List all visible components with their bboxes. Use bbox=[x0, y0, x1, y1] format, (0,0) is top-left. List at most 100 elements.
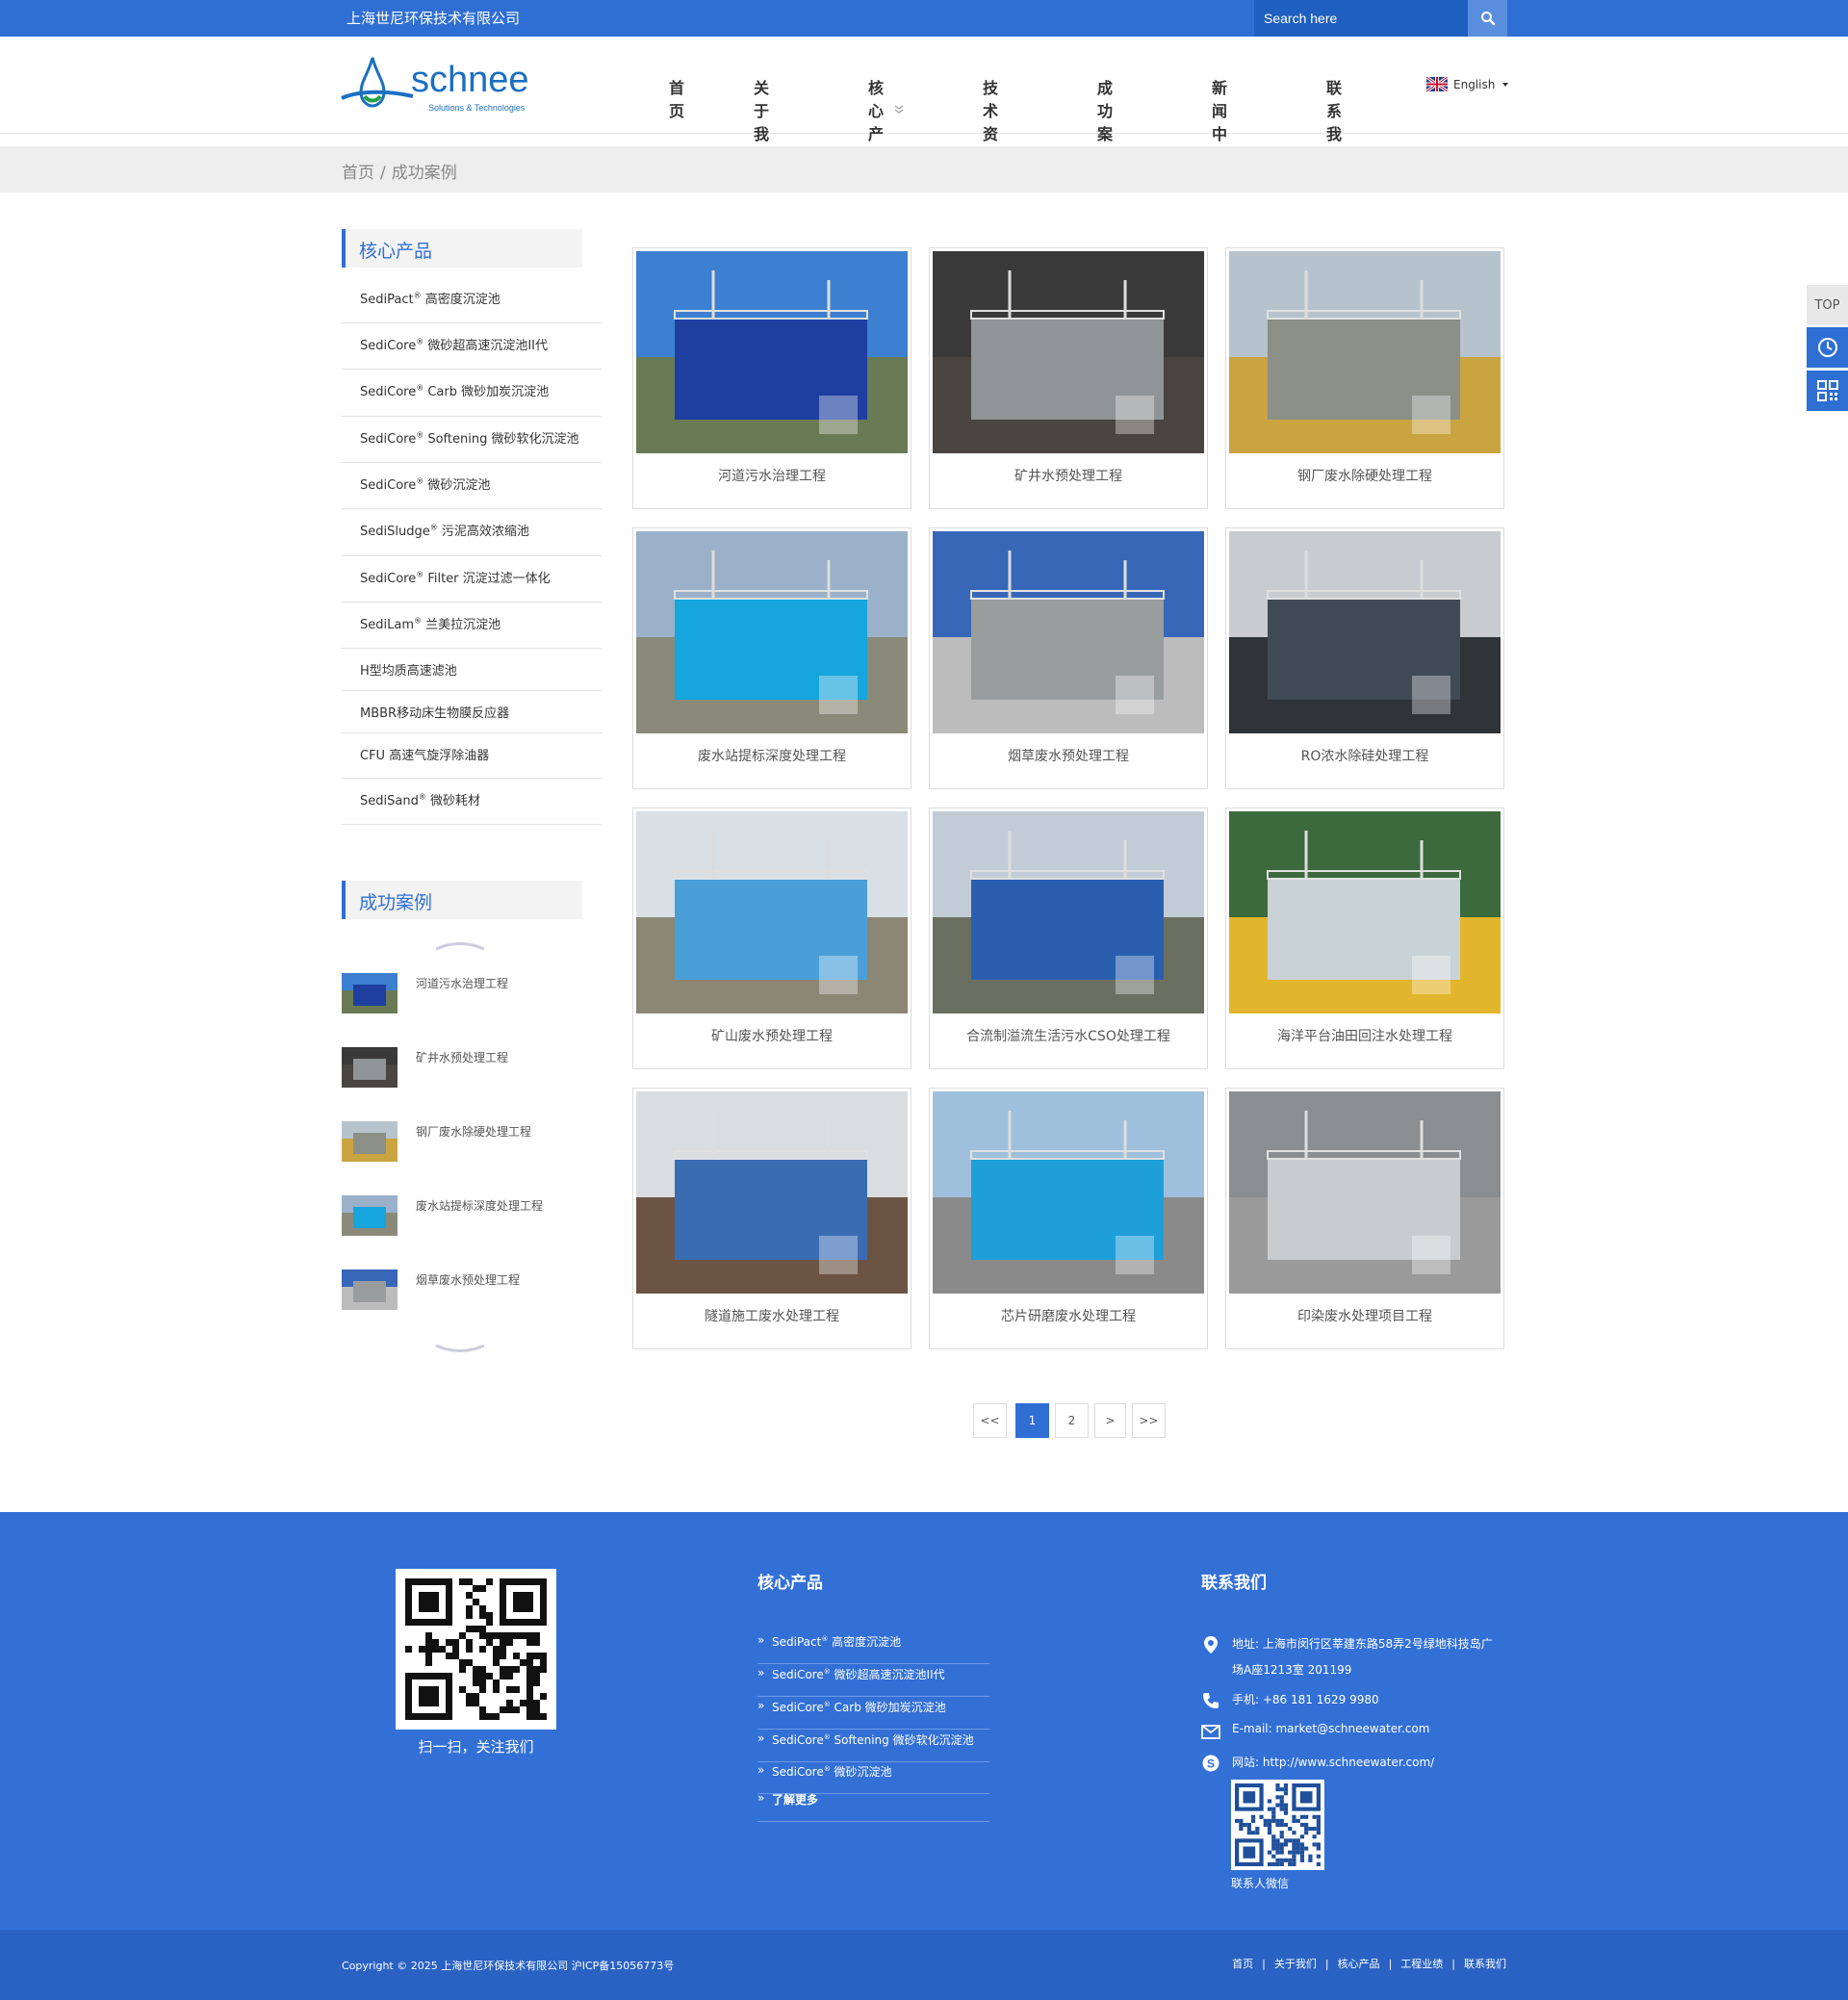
search-box bbox=[1254, 0, 1507, 37]
breadcrumb-current[interactable]: 成功案例 bbox=[392, 164, 457, 183]
sidebar-product-item[interactable]: SediPact® 高密度沉淀池 bbox=[342, 277, 602, 323]
sidebar-case-thumbnail[interactable] bbox=[342, 973, 398, 1013]
sidebar-product-item[interactable]: SediCore® 微砂沉淀池 bbox=[342, 463, 602, 509]
sidebar-product-item[interactable]: SediLam® 兰美拉沉淀池 bbox=[342, 603, 602, 649]
nav-item-home[interactable]: 首页 bbox=[669, 75, 684, 121]
case-caption[interactable]: RO浓水除硅处理工程 bbox=[1226, 746, 1503, 765]
caret-down-icon bbox=[1502, 82, 1509, 87]
clock-button[interactable] bbox=[1807, 327, 1848, 368]
link-separator: | bbox=[1324, 1958, 1329, 1970]
footer-product-link[interactable]: » SediPact® 高密度沉淀池 bbox=[757, 1633, 989, 1664]
language-switcher[interactable]: English bbox=[1426, 77, 1512, 91]
search-input[interactable] bbox=[1254, 0, 1468, 37]
case-caption[interactable]: 矿山废水预处理工程 bbox=[633, 1026, 911, 1045]
case-card[interactable]: RO浓水除硅处理工程 bbox=[1225, 527, 1504, 789]
sidebar-case-thumbnail[interactable] bbox=[342, 1047, 398, 1088]
registered-mark: ® bbox=[416, 337, 424, 346]
sidebar-product-item[interactable]: SediCore® 微砂超高速沉淀池II代 bbox=[342, 323, 602, 370]
case-photo[interactable] bbox=[933, 531, 1204, 733]
case-caption[interactable]: 烟草废水预处理工程 bbox=[930, 746, 1207, 765]
sidebar-products-title: 核心产品 bbox=[342, 229, 582, 268]
bottom-link[interactable]: 核心产品 bbox=[1338, 1958, 1380, 1970]
case-photo[interactable] bbox=[933, 1091, 1204, 1294]
registered-mark: ® bbox=[823, 1733, 831, 1741]
case-photo[interactable] bbox=[1229, 531, 1501, 733]
breadcrumb-home[interactable]: 首页 bbox=[342, 164, 374, 183]
case-photo[interactable] bbox=[636, 811, 908, 1013]
qr-code-button[interactable] bbox=[1807, 371, 1848, 411]
footer-link-rest: 高密度沉淀池 bbox=[828, 1635, 902, 1649]
case-photo[interactable] bbox=[636, 251, 908, 453]
case-caption[interactable]: 合流制溢流生活污水CSO处理工程 bbox=[930, 1026, 1207, 1045]
footer-product-link[interactable]: » 了解更多 bbox=[757, 1791, 989, 1822]
sidebar-product-rest: Filter 沉淀过滤一体化 bbox=[424, 572, 551, 586]
bottom-link[interactable]: 联系我们 bbox=[1464, 1958, 1506, 1970]
sidebar-product-item[interactable]: SediSand® 微砂耗材 bbox=[342, 779, 602, 825]
case-photo[interactable] bbox=[1229, 1091, 1501, 1294]
case-card[interactable]: 合流制溢流生活污水CSO处理工程 bbox=[929, 808, 1208, 1069]
case-photo[interactable] bbox=[1229, 811, 1501, 1013]
sidebar-case-label[interactable]: 钢厂废水除硬处理工程 bbox=[416, 1123, 531, 1140]
case-card[interactable]: 隧道施工废水处理工程 bbox=[632, 1088, 911, 1349]
sidebar-case-label[interactable]: 废水站提标深度处理工程 bbox=[416, 1197, 543, 1214]
case-caption[interactable]: 海洋平台油田回注水处理工程 bbox=[1226, 1026, 1503, 1045]
sidebar-case-label[interactable]: 矿井水预处理工程 bbox=[416, 1049, 508, 1065]
case-caption[interactable]: 河道污水治理工程 bbox=[633, 466, 911, 485]
case-card[interactable]: 钢厂废水除硬处理工程 bbox=[1225, 247, 1504, 509]
sidebar-product-item[interactable]: SediCore® Softening 微砂软化沉淀池 bbox=[342, 417, 602, 463]
chevron-down-icon bbox=[894, 105, 904, 114]
case-caption[interactable]: 矿井水预处理工程 bbox=[930, 466, 1207, 485]
case-card[interactable]: 矿井水预处理工程 bbox=[929, 247, 1208, 509]
back-to-top-button[interactable]: TOP bbox=[1807, 285, 1848, 325]
case-card[interactable]: 海洋平台油田回注水处理工程 bbox=[1225, 808, 1504, 1069]
case-caption[interactable]: 废水站提标深度处理工程 bbox=[633, 746, 911, 765]
sidebar-product-item[interactable]: SediSludge® 污泥高效浓缩池 bbox=[342, 509, 602, 556]
top-bar: 上海世尼环保技术有限公司 bbox=[0, 0, 1848, 37]
chevron-up-icon[interactable] bbox=[436, 940, 484, 950]
case-photo[interactable] bbox=[933, 251, 1204, 453]
logo[interactable]: schnee Solutions & Technologies bbox=[340, 56, 542, 117]
case-card[interactable]: 河道污水治理工程 bbox=[632, 247, 911, 509]
sidebar-product-item[interactable]: SediCore® Carb 微砂加炭沉淀池 bbox=[342, 370, 602, 417]
registered-mark: ® bbox=[416, 476, 424, 486]
bottom-link[interactable]: 工程业绩 bbox=[1400, 1958, 1443, 1970]
case-caption[interactable]: 隧道施工废水处理工程 bbox=[633, 1306, 911, 1325]
case-card[interactable]: 芯片研磨废水处理工程 bbox=[929, 1088, 1208, 1349]
case-photo[interactable] bbox=[636, 531, 908, 733]
search-button[interactable] bbox=[1468, 0, 1507, 37]
footer-product-link[interactable]: » SediCore® 微砂沉淀池 bbox=[757, 1763, 989, 1794]
case-card[interactable]: 印染废水处理项目工程 bbox=[1225, 1088, 1504, 1349]
footer-product-link[interactable]: » SediCore® Carb 微砂加炭沉淀池 bbox=[757, 1699, 989, 1730]
sidebar-product-item[interactable]: MBBR移动床生物膜反应器 bbox=[342, 691, 602, 733]
sidebar-product-item[interactable]: SediCore® Filter 沉淀过滤一体化 bbox=[342, 556, 602, 603]
case-card[interactable]: 矿山废水预处理工程 bbox=[632, 808, 911, 1069]
chevron-down-icon[interactable] bbox=[436, 1345, 484, 1354]
case-caption[interactable]: 芯片研磨废水处理工程 bbox=[930, 1306, 1207, 1325]
sidebar-case-thumbnail[interactable] bbox=[342, 1269, 398, 1310]
case-card[interactable]: 烟草废水预处理工程 bbox=[929, 527, 1208, 789]
case-caption[interactable]: 印染废水处理项目工程 bbox=[1226, 1306, 1503, 1325]
case-photo[interactable] bbox=[1229, 251, 1501, 453]
bottom-link[interactable]: 首页 bbox=[1232, 1958, 1253, 1970]
case-caption[interactable]: 钢厂废水除硬处理工程 bbox=[1226, 466, 1503, 485]
footer-product-link[interactable]: » SediCore® Softening 微砂软化沉淀池 bbox=[757, 1731, 989, 1762]
case-photo[interactable] bbox=[636, 1091, 908, 1294]
sidebar-case-thumbnail[interactable] bbox=[342, 1195, 398, 1236]
sidebar-case-label[interactable]: 烟草废水预处理工程 bbox=[416, 1271, 520, 1288]
sidebar-case-label[interactable]: 河道污水治理工程 bbox=[416, 975, 508, 991]
sidebar-product-brand: SediCore bbox=[360, 432, 417, 447]
pager-next[interactable]: > bbox=[1094, 1403, 1126, 1438]
case-photo[interactable] bbox=[933, 811, 1204, 1013]
pager-last[interactable]: >> bbox=[1132, 1403, 1166, 1438]
case-card[interactable]: 废水站提标深度处理工程 bbox=[632, 527, 911, 789]
link-separator: | bbox=[1451, 1958, 1455, 1970]
footer-link-brand: 了解更多 bbox=[772, 1793, 819, 1807]
pager-first[interactable]: << bbox=[973, 1403, 1007, 1438]
pager-page-1[interactable]: 1 bbox=[1015, 1403, 1049, 1438]
bottom-link[interactable]: 关于我们 bbox=[1274, 1958, 1317, 1970]
sidebar-product-item[interactable]: CFU 高速气旋浮除油器 bbox=[342, 733, 602, 779]
footer-product-link[interactable]: » SediCore® 微砂超高速沉淀池II代 bbox=[757, 1666, 989, 1697]
sidebar-case-thumbnail[interactable] bbox=[342, 1121, 398, 1162]
sidebar-product-item[interactable]: H型均质高速滤池 bbox=[342, 649, 602, 691]
pager-page-2[interactable]: 2 bbox=[1055, 1403, 1089, 1438]
